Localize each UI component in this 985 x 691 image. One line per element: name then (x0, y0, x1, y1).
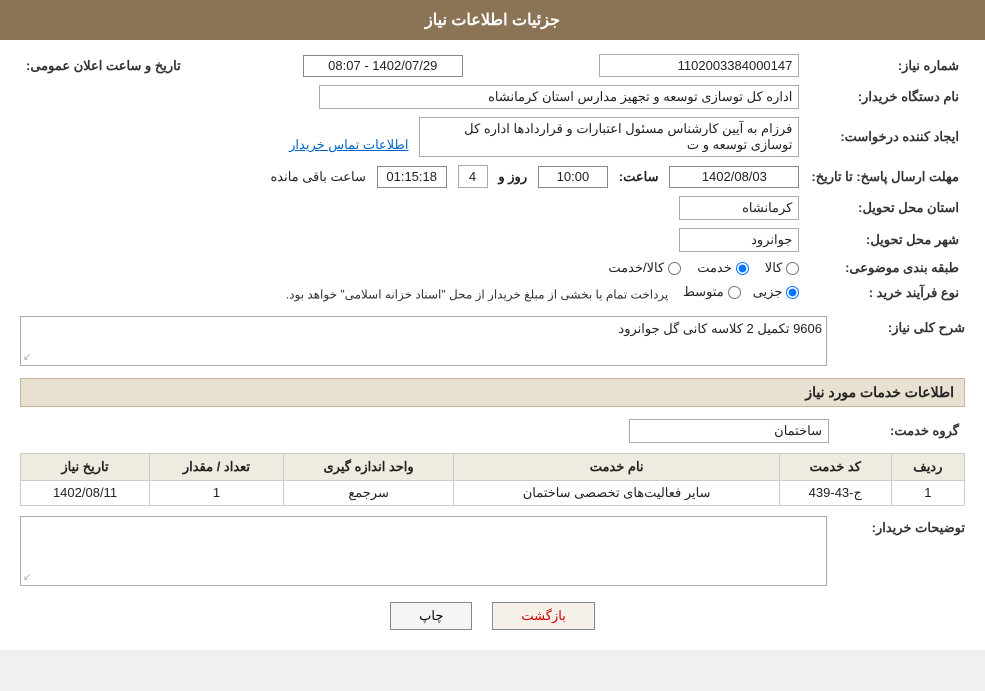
purchase-motavaset-option[interactable]: متوسط (683, 284, 741, 300)
category-kala-radio[interactable] (786, 262, 799, 275)
purchase-jozii-option[interactable]: جزیی (753, 284, 800, 300)
purchase-type-cell: جزیی متوسط پرداخت تمام یا بخشی از مبلغ خ… (20, 280, 805, 306)
contact-link[interactable]: اطلاعات تماس خریدار (289, 137, 408, 152)
creator-label: ایجاد کننده درخواست: (805, 113, 965, 161)
page-wrapper: جزئیات اطلاعات نیاز شماره نیاز: 11020033… (0, 0, 985, 650)
need-number-value: 1102003384000147 (499, 50, 806, 81)
service-group-cell: ساختمان (20, 415, 835, 447)
category-kala-khedmat-option[interactable]: کالا/خدمت (608, 260, 681, 276)
col-service-code: کد خدمت (779, 453, 891, 480)
creator-field: فرزام به آیین کارشناس مسئول اعتبارات و ق… (419, 117, 799, 157)
buyer-org-row: نام دستگاه خریدار: اداره کل توسازی توسعه… (20, 81, 965, 113)
province-cell: کرمانشاه (20, 192, 805, 224)
purchase-type-radio-group: جزیی متوسط (683, 284, 800, 300)
province-label: استان محل تحویل: (805, 192, 965, 224)
services-table: ردیف کد خدمت نام خدمت واحد اندازه گیری ت… (20, 453, 965, 506)
need-number-field: 1102003384000147 (599, 54, 799, 77)
col-date: تاریخ نیاز (21, 453, 150, 480)
resize-handle-icon: ↙ (23, 352, 31, 363)
need-description-section: شرح کلی نیاز: 9606 تکمیل 2 کلاسه کانی گل… (20, 316, 965, 366)
announce-datetime-field: 1402/07/29 - 08:07 (303, 55, 463, 77)
services-table-header-row: ردیف کد خدمت نام خدمت واحد اندازه گیری ت… (21, 453, 965, 480)
services-section-title: اطلاعات خدمات مورد نیاز (20, 378, 965, 407)
category-row: طبقه بندی موضوعی: کالا خدمت (20, 256, 965, 280)
deadline-days-field: 4 (458, 165, 488, 188)
category-khedmat-option[interactable]: خدمت (697, 260, 749, 276)
service-group-label: گروه خدمت: (835, 415, 965, 447)
buyer-desc-section: توضیحات خریدار: ↙ (20, 516, 965, 586)
purchase-jozii-label: جزیی (753, 284, 783, 300)
info-table: شماره نیاز: 1102003384000147 1402/07/29 … (20, 50, 965, 306)
col-unit: واحد اندازه گیری (283, 453, 453, 480)
deadline-cell: 1402/08/03 ساعت: 10:00 روز و 4 01:15:18 … (20, 161, 805, 192)
buyer-desc-box[interactable]: ↙ (20, 516, 827, 586)
content-area: شماره نیاز: 1102003384000147 1402/07/29 … (0, 40, 985, 650)
deadline-date-field: 1402/08/03 (669, 166, 799, 188)
deadline-remaining-field: 01:15:18 (377, 166, 447, 188)
creator-cell: فرزام به آیین کارشناس مسئول اعتبارات و ق… (20, 113, 805, 161)
category-kala-option[interactable]: کالا (765, 260, 800, 276)
city-field: جوانرود (679, 228, 799, 252)
category-khedmat-radio[interactable] (736, 262, 749, 275)
purchase-type-row: نوع فرآیند خرید : جزیی متوسط پرداخت (20, 280, 965, 306)
category-kala-label: کالا (765, 260, 783, 276)
need-description-box[interactable]: 9606 تکمیل 2 کلاسه کانی گل جوانرود ↙ (20, 316, 827, 366)
services-table-head: ردیف کد خدمت نام خدمت واحد اندازه گیری ت… (21, 453, 965, 480)
col-row-number: ردیف (891, 453, 964, 480)
deadline-remaining-label: ساعت باقی مانده (270, 169, 365, 184)
province-field: کرمانشاه (679, 196, 799, 220)
announce-label: تاریخ و ساعت اعلان عمومی: (20, 50, 220, 81)
city-cell: جوانرود (20, 224, 805, 256)
buyer-desc-resize-icon: ↙ (23, 572, 31, 583)
city-label: شهر محل تحویل: (805, 224, 965, 256)
deadline-row: مهلت ارسال پاسخ: تا تاریخ: 1402/08/03 سا… (20, 161, 965, 192)
buyer-org-cell: اداره کل توسازی توسعه و تجهیز مدارس استا… (20, 81, 805, 113)
category-kala-khedmat-radio[interactable] (668, 262, 681, 275)
buyer-org-field: اداره کل توسازی توسعه و تجهیز مدارس استا… (319, 85, 799, 109)
col-service-name: نام خدمت (454, 453, 780, 480)
need-description-label: شرح کلی نیاز: (835, 316, 965, 336)
creator-row: ایجاد کننده درخواست: فرزام به آیین کارشن… (20, 113, 965, 161)
purchase-motavaset-label: متوسط (683, 284, 724, 300)
page-header: جزئیات اطلاعات نیاز (0, 0, 985, 40)
purchase-motavaset-radio[interactable] (728, 286, 741, 299)
col-qty: تعداد / مقدار (150, 453, 284, 480)
deadline-label: مهلت ارسال پاسخ: تا تاریخ: (805, 161, 965, 192)
purchase-type-label: نوع فرآیند خرید : (805, 280, 965, 306)
print-button[interactable]: چاپ (390, 602, 472, 630)
province-row: استان محل تحویل: کرمانشاه (20, 192, 965, 224)
buyer-desc-label: توضیحات خریدار: (835, 516, 965, 536)
back-button[interactable]: بازگشت (492, 602, 594, 630)
deadline-time-label: ساعت: (619, 169, 659, 184)
city-row: شهر محل تحویل: جوانرود (20, 224, 965, 256)
services-table-body: 1ج-43-439سایر فعالیت‌های تخصصی ساختمانسر… (21, 480, 965, 505)
need-description-value: 9606 تکمیل 2 کلاسه کانی گل جوانرود (618, 321, 822, 336)
purchase-jozii-radio[interactable] (786, 286, 799, 299)
need-number-row: شماره نیاز: 1102003384000147 1402/07/29 … (20, 50, 965, 81)
service-group-row: گروه خدمت: ساختمان (20, 415, 965, 447)
buyer-desc-wrapper: ↙ (20, 516, 827, 586)
page-title: جزئیات اطلاعات نیاز (425, 12, 560, 29)
purchase-note: پرداخت تمام یا بخشی از مبلغ خریدار از مح… (286, 288, 669, 302)
service-group-table: گروه خدمت: ساختمان (20, 415, 965, 447)
deadline-days-label: روز و (498, 169, 527, 184)
deadline-time-field: 10:00 (538, 166, 608, 188)
announce-value-cell: 1402/07/29 - 08:07 (220, 50, 469, 81)
service-group-field: ساختمان (629, 419, 829, 443)
buttons-row: بازگشت چاپ (20, 602, 965, 630)
category-cell: کالا خدمت کالا/خدمت (20, 256, 805, 280)
category-kala-khedmat-label: کالا/خدمت (608, 260, 664, 276)
need-description-wrapper: 9606 تکمیل 2 کلاسه کانی گل جوانرود ↙ (20, 316, 827, 366)
buyer-org-label: نام دستگاه خریدار: (805, 81, 965, 113)
category-radio-group: کالا خدمت کالا/خدمت (26, 260, 799, 276)
category-label: طبقه بندی موضوعی: (805, 256, 965, 280)
table-row: 1ج-43-439سایر فعالیت‌های تخصصی ساختمانسر… (21, 480, 965, 505)
need-number-label: شماره نیاز: (805, 50, 965, 81)
category-khedmat-label: خدمت (697, 260, 732, 276)
